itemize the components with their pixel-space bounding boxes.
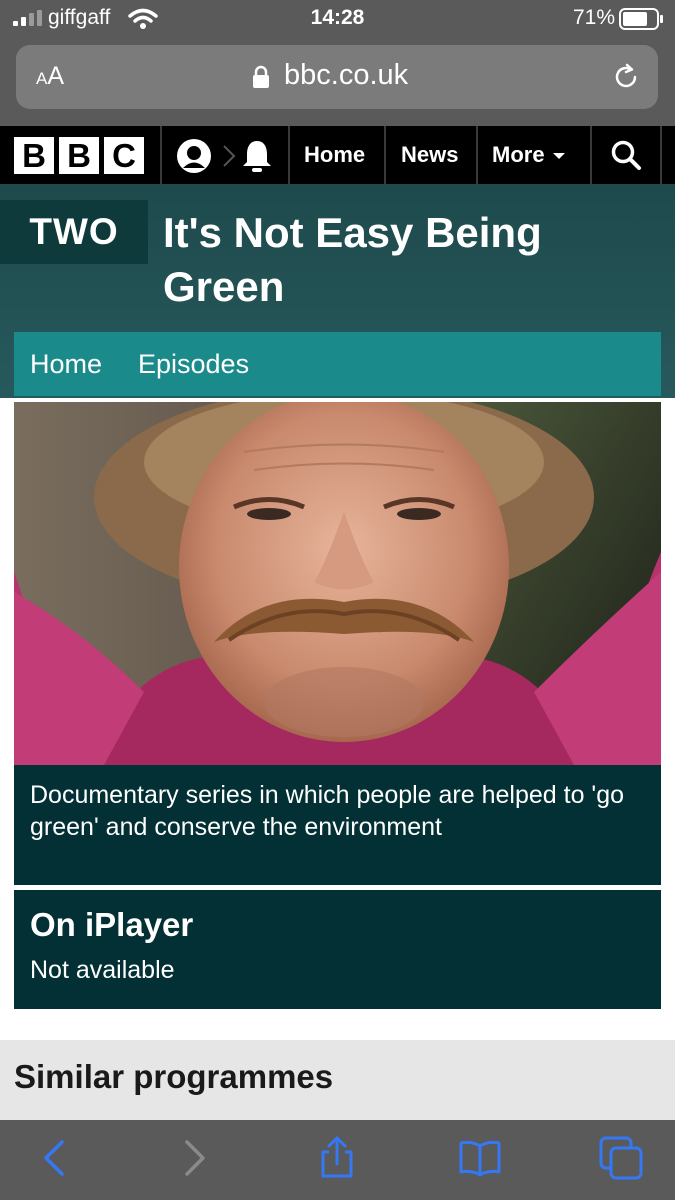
nav-divider: [660, 126, 662, 184]
programme-synopsis: Documentary series in which people are h…: [14, 765, 661, 885]
iplayer-heading: On iPlayer: [30, 906, 194, 943]
iplayer-availability: On iPlayer Not available: [14, 890, 661, 1009]
browser-toolbar: [0, 1120, 675, 1200]
notifications-bell-icon[interactable]: [240, 138, 274, 174]
nav-more-button[interactable]: More: [492, 126, 565, 184]
nav-divider: [476, 126, 478, 184]
chevron-right-icon: [223, 145, 236, 167]
similar-programmes-section: Similar programmes: [0, 1040, 675, 1122]
battery-percentage: 71%: [572, 6, 615, 29]
programme-nav: Home Episodes: [14, 332, 661, 396]
url-text: bbc.co.uk: [284, 59, 409, 91]
presenter-portrait: [14, 402, 661, 765]
nav-divider: [384, 126, 386, 184]
status-bar: giffgaff 14:28 71%: [0, 0, 675, 40]
browser-address-bar: AA bbc.co.uk: [0, 40, 675, 126]
nav-news-link[interactable]: News: [401, 126, 458, 184]
bbc-logo-letter: B: [59, 137, 99, 174]
nav-more-label: More: [492, 142, 545, 167]
bbc-logo[interactable]: B B C: [14, 137, 144, 174]
text-size-button[interactable]: AA: [36, 62, 64, 91]
programme-title[interactable]: It's Not Easy Being Green: [163, 206, 643, 314]
account-icon[interactable]: [176, 138, 212, 174]
search-icon[interactable]: [610, 139, 642, 171]
iplayer-status: Not available: [30, 956, 175, 984]
bbc-two-logo[interactable]: TWO: [0, 200, 148, 264]
bookmarks-icon[interactable]: [458, 1136, 502, 1180]
programme-nav-home[interactable]: Home: [30, 332, 102, 396]
tabs-icon[interactable]: [599, 1136, 643, 1180]
bbc-logo-letter: B: [14, 137, 54, 174]
similar-programmes-heading: Similar programmes: [14, 1058, 334, 1095]
bbc-global-nav: B B C Home News More: [0, 126, 675, 184]
share-icon[interactable]: [315, 1136, 359, 1180]
nav-divider: [288, 126, 290, 184]
url-field[interactable]: AA bbc.co.uk: [16, 45, 658, 109]
back-icon[interactable]: [32, 1136, 76, 1180]
nav-home-link[interactable]: Home: [304, 126, 365, 184]
reload-icon[interactable]: [610, 61, 642, 93]
nav-divider: [590, 126, 592, 184]
lock-icon: [253, 65, 269, 88]
chevron-down-icon: [552, 153, 565, 160]
nav-divider: [160, 126, 162, 184]
programme-nav-episodes[interactable]: Episodes: [138, 332, 249, 396]
battery-icon: [619, 8, 663, 30]
programme-hero-image: [14, 402, 661, 765]
forward-icon[interactable]: [173, 1136, 217, 1180]
bbc-logo-letter: C: [104, 137, 144, 174]
programme-brand-header: TWO It's Not Easy Being Green Home Episo…: [0, 184, 675, 398]
